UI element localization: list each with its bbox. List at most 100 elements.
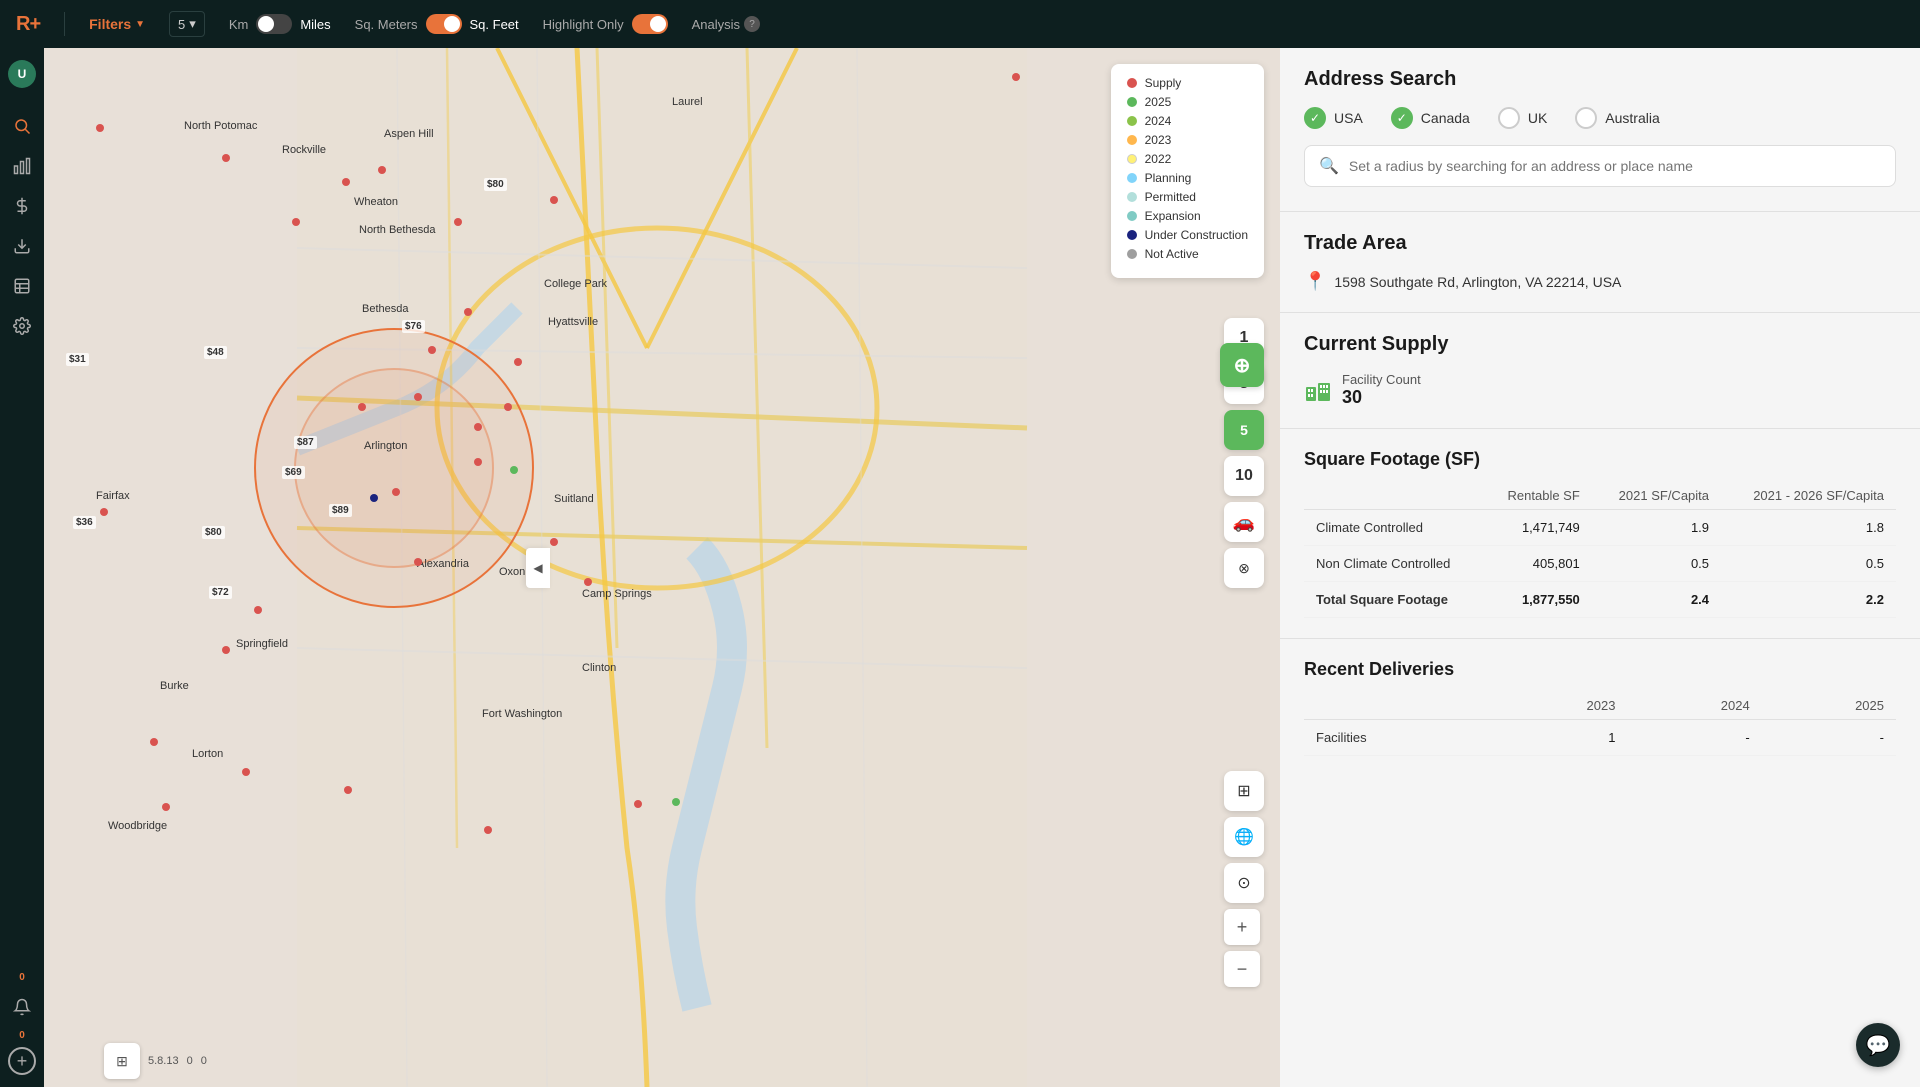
location-pin-icon: 📍 <box>1304 271 1326 292</box>
sq-units-toggle[interactable] <box>426 14 462 34</box>
percent-button[interactable]: ⊗ <box>1224 548 1264 588</box>
legend-dot-2022 <box>1127 154 1137 164</box>
analysis-help-icon[interactable]: ? <box>744 16 760 32</box>
supply-dot <box>358 403 366 411</box>
panel-toggle-arrow[interactable]: ◀ <box>526 548 550 588</box>
zoom-out-button[interactable]: − <box>1224 951 1260 987</box>
target-location-button[interactable]: ⊕ <box>1220 343 1264 387</box>
highlight-toggle-group: Highlight Only <box>543 14 668 34</box>
app-logo: R+ <box>16 13 40 36</box>
canada-checkbox[interactable]: ✓ <box>1391 107 1413 129</box>
legend-item-2023: 2023 <box>1127 133 1248 147</box>
section-divider <box>1280 211 1920 212</box>
globe-button[interactable]: 🌐 <box>1224 817 1264 857</box>
facility-count-group: Facility Count 30 <box>1342 372 1421 408</box>
map-label: Lorton <box>192 748 223 760</box>
supply-dot <box>474 423 482 431</box>
sf-col-rentable: Rentable SF <box>1483 482 1592 510</box>
supply-dot <box>222 154 230 162</box>
zoom-in-button[interactable]: + <box>1224 909 1260 945</box>
price-label: $69 <box>282 466 305 479</box>
sf-table-header-row: Rentable SF 2021 SF/Capita 2021 - 2026 S… <box>1304 482 1896 510</box>
sidebar-item-search[interactable] <box>4 108 40 144</box>
km-label: Km <box>229 17 249 32</box>
del-col-label <box>1304 692 1493 720</box>
filters-label: Filters <box>89 16 131 32</box>
price-label: $31 <box>66 353 89 366</box>
legend-item-2025: 2025 <box>1127 95 1248 109</box>
toggle-knob <box>444 16 460 32</box>
map-area[interactable]: North Potomac Rockville Aspen Hill Laure… <box>44 48 1280 1087</box>
location-button[interactable]: 🚗 <box>1224 502 1264 542</box>
del-val-2023: 1 <box>1493 720 1627 756</box>
selection-button[interactable]: ⊞ <box>1224 771 1264 811</box>
legend-item-expansion: Expansion <box>1127 209 1248 223</box>
uk-checkbox[interactable] <box>1498 107 1520 129</box>
country-australia[interactable]: Australia <box>1575 107 1659 129</box>
supply-dot <box>254 606 262 614</box>
filters-button[interactable]: Filters ▼ <box>89 16 145 32</box>
sidebar-item-settings[interactable] <box>4 308 40 344</box>
sq-meters-label: Sq. Meters <box>355 17 418 32</box>
legend-dot-under-construction <box>1127 230 1137 240</box>
supply-dot <box>378 166 386 174</box>
price-label: $36 <box>73 516 96 529</box>
address-search-box[interactable]: 🔍 <box>1304 145 1896 187</box>
sf-val-non-climate-rentable: 405,801 <box>1483 546 1592 582</box>
sidebar-item-bell[interactable] <box>4 989 40 1025</box>
sf-val-total-rentable: 1,877,550 <box>1483 582 1592 618</box>
supply-dot <box>504 403 512 411</box>
sidebar-item-table[interactable] <box>4 268 40 304</box>
sidebar-add-button[interactable]: + <box>8 1047 36 1075</box>
supply-dot <box>1012 73 1020 81</box>
supply-dot <box>634 800 642 808</box>
map-label: Clinton <box>582 662 616 674</box>
address-search-input[interactable] <box>1349 158 1881 174</box>
legend-dot-supply <box>1127 78 1137 88</box>
sidebar-item-download[interactable] <box>4 228 40 264</box>
radius-5-button[interactable]: 5 <box>1224 410 1264 450</box>
legend-item-under-construction: Under Construction <box>1127 228 1248 242</box>
sidebar-item-chart[interactable] <box>4 148 40 184</box>
legend-label: Not Active <box>1145 247 1199 261</box>
sf-row-climate: Climate Controlled 1,471,749 1.9 1.8 <box>1304 510 1896 546</box>
user-avatar[interactable]: U <box>8 60 36 88</box>
legend-label: 2025 <box>1145 95 1172 109</box>
radius-10-button[interactable]: 10 <box>1224 456 1264 496</box>
usa-checkbox[interactable]: ✓ <box>1304 107 1326 129</box>
supply-dot <box>242 768 250 776</box>
del-val-2024: - <box>1627 720 1761 756</box>
legend-label: 2022 <box>1145 152 1172 166</box>
uk-label: UK <box>1528 110 1547 126</box>
supply-dot <box>162 803 170 811</box>
layers-button[interactable]: ⊞ <box>104 1043 140 1079</box>
legend-label: 2023 <box>1145 133 1172 147</box>
supply-dot <box>222 646 230 654</box>
supply-dot <box>342 178 350 186</box>
sf-row-total: Total Square Footage 1,877,550 2.4 2.2 <box>1304 582 1896 618</box>
count-chevron-icon: ▾ <box>189 16 196 32</box>
legend-dot-permitted <box>1127 192 1137 202</box>
crosshair-button[interactable]: ⊙ <box>1224 863 1264 903</box>
map-bottom-controls: ⊞ 5.8.13 0 0 <box>104 1043 207 1079</box>
legend-label: Expansion <box>1145 209 1201 223</box>
trade-area-title: Trade Area <box>1304 232 1896 255</box>
map-label: Aspen Hill <box>384 128 434 140</box>
recent-deliveries-section: Recent Deliveries 2023 2024 2025 Facilit… <box>1304 659 1896 756</box>
analysis-label: Analysis <box>692 17 740 32</box>
australia-checkbox[interactable] <box>1575 107 1597 129</box>
km-miles-toggle[interactable] <box>256 14 292 34</box>
filters-arrow-icon: ▼ <box>135 19 145 30</box>
count-select[interactable]: 5 ▾ <box>169 11 205 37</box>
highlight-toggle[interactable] <box>632 14 668 34</box>
country-uk[interactable]: UK <box>1498 107 1547 129</box>
chat-button[interactable]: 💬 <box>1856 1023 1900 1067</box>
country-canada[interactable]: ✓ Canada <box>1391 107 1470 129</box>
sidebar-item-dollar[interactable] <box>4 188 40 224</box>
under-construction-dot <box>370 494 378 502</box>
deliveries-table: 2023 2024 2025 Facilities 1 - - <box>1304 692 1896 756</box>
country-usa[interactable]: ✓ USA <box>1304 107 1363 129</box>
legend-label: Permitted <box>1145 190 1196 204</box>
sq-units-toggle-group: Sq. Meters Sq. Feet <box>355 14 519 34</box>
del-col-2023: 2023 <box>1493 692 1627 720</box>
